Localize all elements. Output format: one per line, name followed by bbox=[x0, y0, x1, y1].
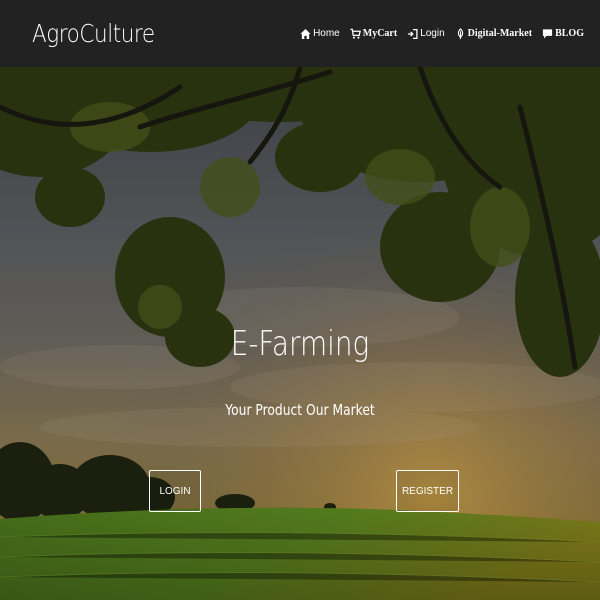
cart-icon bbox=[350, 28, 361, 40]
comment-icon bbox=[542, 28, 553, 40]
nav-label-home: Home bbox=[313, 28, 340, 39]
hero-section: E-Farming Your Product Our Market LOGIN … bbox=[0, 67, 600, 600]
brand-logo-text[interactable]: AgroCulture bbox=[32, 19, 155, 48]
login-button[interactable]: LOGIN bbox=[149, 470, 201, 512]
nav-item-mycart[interactable]: MyCart bbox=[350, 28, 397, 40]
nav-item-blog[interactable]: BLOG bbox=[542, 28, 584, 40]
nav-label-blog: BLOG bbox=[555, 28, 584, 39]
nav-menu: Home MyCart Login Digital-Market BLOG bbox=[300, 27, 584, 40]
home-icon bbox=[300, 28, 311, 40]
nav-item-digital-market[interactable]: Digital-Market bbox=[455, 27, 533, 40]
hero-title: E-Farming bbox=[230, 324, 370, 364]
nav-label-mycart: MyCart bbox=[362, 28, 398, 39]
nav-label-login: Login bbox=[420, 28, 445, 39]
nav-item-login[interactable]: Login bbox=[407, 28, 445, 40]
nav-label-digital-market: Digital-Market bbox=[467, 28, 533, 39]
login-icon bbox=[407, 28, 418, 40]
hero-subtitle: Your Product Our Market bbox=[225, 401, 375, 419]
register-button[interactable]: REGISTER bbox=[396, 470, 459, 512]
top-navbar: AgroCulture Home MyCart Login Digital-Ma… bbox=[0, 0, 600, 67]
nav-item-home[interactable]: Home bbox=[300, 28, 340, 40]
leaf-icon bbox=[455, 27, 466, 40]
